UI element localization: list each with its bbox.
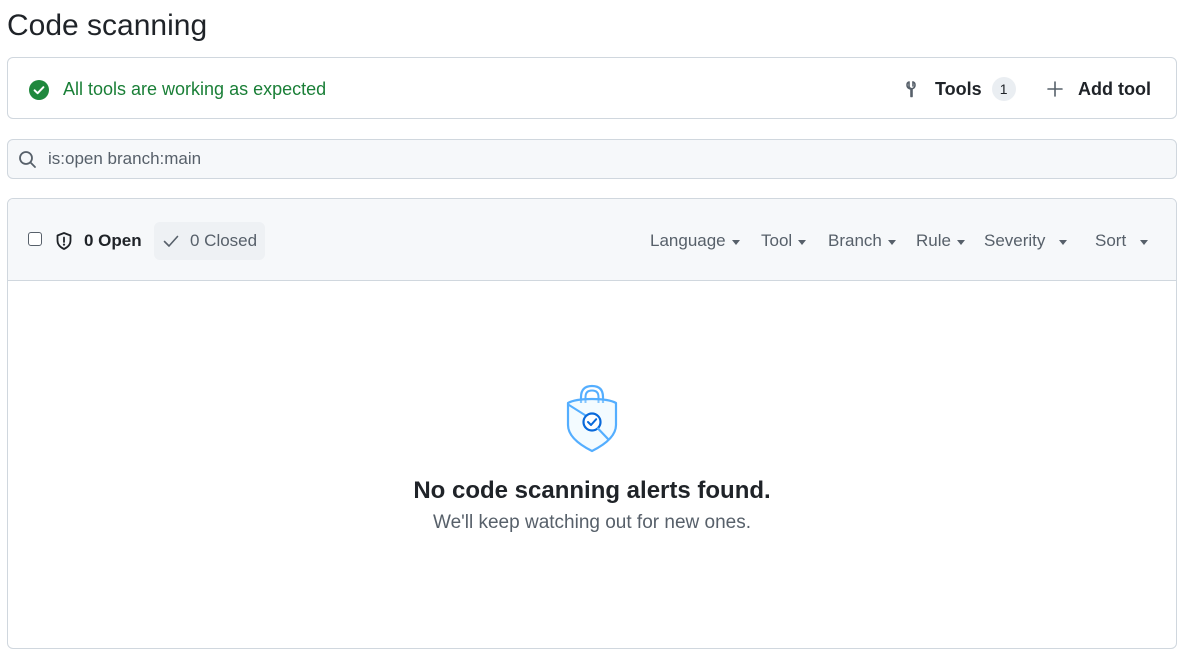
- filter-severity-label: Severity: [984, 231, 1046, 250]
- search-icon: [19, 151, 36, 168]
- caret-down-icon: [731, 239, 740, 245]
- tool-status-panel: All tools are working as expected Tools …: [7, 57, 1177, 119]
- filter-language-label: Language: [650, 231, 726, 250]
- filter-rule-label: Rule: [916, 231, 951, 250]
- filter-sort[interactable]: Sort: [1095, 229, 1149, 253]
- caret-down-icon: [887, 239, 896, 245]
- caret-down-icon: [1059, 239, 1068, 245]
- status-message: All tools are working as expected: [63, 79, 327, 99]
- search-bar: [7, 139, 1177, 179]
- filter-tool[interactable]: Tool: [761, 229, 807, 253]
- empty-state-subtext: We'll keep watching out for new ones.: [432, 512, 751, 533]
- empty-state: No code scanning alerts found. We'll kee…: [8, 281, 1176, 648]
- caret-down-icon: [1140, 239, 1149, 245]
- filter-severity[interactable]: Severity: [984, 229, 1068, 253]
- filter-branch[interactable]: Branch: [828, 229, 896, 253]
- caret-down-icon: [956, 239, 965, 245]
- tools-label: Tools: [935, 78, 982, 99]
- alerts-header: 0 Open 0 Closed Language Tool Branch Rul…: [8, 199, 1176, 281]
- filter-language[interactable]: Language: [650, 229, 740, 253]
- tools-count-badge: 1: [991, 77, 1016, 101]
- tools-button[interactable]: Tools 1: [896, 72, 1024, 106]
- filter-branch-label: Branch: [828, 231, 882, 250]
- add-tool-button[interactable]: Add tool: [1038, 72, 1159, 106]
- search-input[interactable]: [46, 140, 1166, 178]
- tools-icon: [906, 81, 916, 98]
- filter-rule[interactable]: Rule: [916, 229, 965, 253]
- filter-sort-label: Sort: [1095, 231, 1127, 250]
- alerts-panel: 0 Open 0 Closed Language Tool Branch Rul…: [7, 198, 1177, 649]
- plus-icon: [1047, 81, 1063, 97]
- page-title: Code scanning: [7, 9, 208, 42]
- empty-state-heading: No code scanning alerts found.: [413, 477, 771, 504]
- add-tool-label: Add tool: [1078, 78, 1151, 99]
- check-circle-icon: [29, 80, 49, 100]
- filter-bar: Language Tool Branch Rule Severity Sort: [8, 229, 1176, 253]
- caret-down-icon: [798, 239, 807, 245]
- shield-lock-search-icon: [566, 384, 618, 453]
- filter-tool-label: Tool: [761, 231, 793, 250]
